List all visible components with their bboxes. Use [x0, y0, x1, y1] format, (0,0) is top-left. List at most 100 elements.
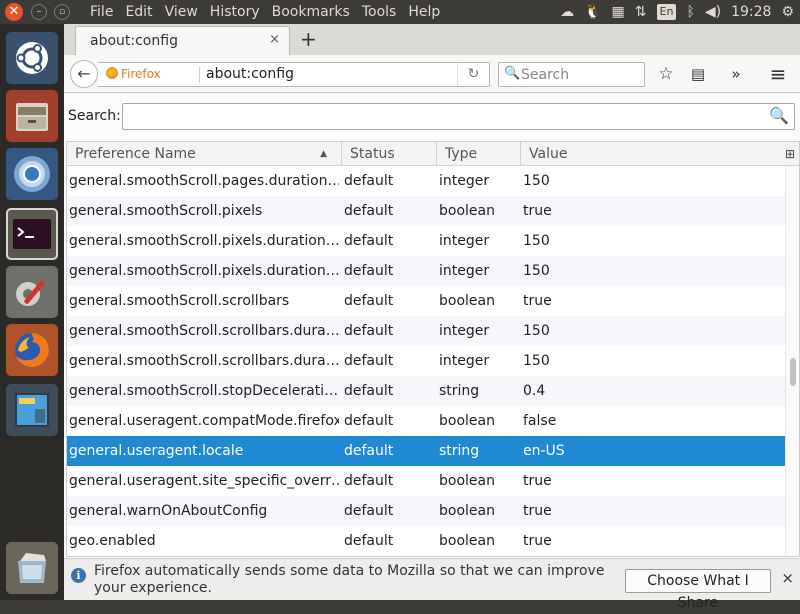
- table-row[interactable]: general.smoothScroll.scrollbars default bo…: [67, 286, 785, 316]
- cell-name: general.smoothScroll.pixels.duration…: [69, 233, 339, 249]
- overflow-chevron-icon[interactable]: »: [724, 62, 748, 86]
- cell-type: integer: [439, 263, 490, 279]
- menu-bookmarks[interactable]: Bookmarks: [266, 0, 356, 24]
- cell-value: 150: [523, 233, 550, 249]
- menu-edit[interactable]: Edit: [119, 0, 158, 24]
- cell-value: false: [523, 413, 557, 429]
- cell-type: integer: [439, 173, 490, 189]
- table-row[interactable]: general.useragent.locale default string en-…: [67, 436, 785, 466]
- window-maximize-button[interactable]: ▫: [54, 4, 70, 20]
- filter-input[interactable]: [127, 107, 757, 126]
- volume-icon[interactable]: ◀): [705, 0, 721, 24]
- table-row[interactable]: general.smoothScroll.pages.duration… defa…: [67, 166, 785, 196]
- table-row[interactable]: general.smoothScroll.scrollbars.dura… def…: [67, 346, 785, 376]
- bluetooth-icon[interactable]: ᛒ: [686, 0, 694, 24]
- menu-help[interactable]: Help: [402, 0, 446, 24]
- hamburger-menu-icon[interactable]: ≡: [766, 62, 790, 86]
- reading-list-icon[interactable]: ▤: [686, 62, 710, 86]
- column-type[interactable]: Type: [437, 142, 521, 166]
- cell-status: default: [344, 323, 394, 339]
- cell-status: default: [344, 233, 394, 249]
- vertical-scrollbar[interactable]: [785, 166, 799, 556]
- table-body: general.smoothScroll.pages.duration… defa…: [67, 166, 785, 556]
- navigation-toolbar: ← Firefox about:config ↻ 🔍 ☆ ▤ » ≡: [64, 55, 800, 93]
- close-icon[interactable]: ×: [781, 569, 794, 587]
- cell-type: boolean: [439, 503, 495, 519]
- column-picker-icon[interactable]: ⊞: [785, 142, 795, 166]
- cell-value: true: [523, 503, 552, 519]
- scrollbar-thumb[interactable]: [790, 358, 796, 386]
- back-button[interactable]: ←: [70, 60, 98, 88]
- menu-view[interactable]: View: [159, 0, 204, 24]
- column-value[interactable]: Value: [521, 142, 765, 166]
- firefox-icon[interactable]: [6, 324, 58, 376]
- column-preference-name[interactable]: Preference Name ▲: [67, 142, 342, 166]
- clock[interactable]: 19:28: [731, 0, 771, 24]
- search-box[interactable]: 🔍: [498, 62, 645, 87]
- reload-icon[interactable]: ↻: [457, 63, 489, 86]
- table-row[interactable]: general.useragent.compatMode.firefox defa…: [67, 406, 785, 436]
- calendar-icon[interactable]: ▦: [612, 0, 625, 24]
- top-panel: ✕ – ▫ File Edit View History Bookmarks T…: [0, 0, 800, 24]
- tab-about-config[interactable]: about:config ×: [75, 26, 290, 55]
- table-row[interactable]: general.smoothScroll.scrollbars.dura… def…: [67, 316, 785, 346]
- keyboard-layout-indicator[interactable]: En: [656, 4, 677, 20]
- terminal-icon[interactable]: [6, 208, 58, 260]
- column-label: Type: [445, 146, 478, 162]
- chromium-icon[interactable]: [6, 148, 58, 200]
- tab-title: about:config: [90, 33, 178, 49]
- window-close-button[interactable]: ✕: [5, 3, 23, 21]
- url-bar[interactable]: Firefox about:config ↻: [98, 62, 490, 87]
- cell-type: integer: [439, 353, 490, 369]
- cell-value: 150: [523, 173, 550, 189]
- cell-status: default: [344, 383, 394, 399]
- cell-status: default: [344, 413, 394, 429]
- search-input[interactable]: [521, 65, 639, 84]
- menu-tools[interactable]: Tools: [356, 0, 403, 24]
- table-row[interactable]: general.smoothScroll.stopDecelerati… defa…: [67, 376, 785, 406]
- table-row[interactable]: general.useragent.site_specific_overr… de…: [67, 466, 785, 496]
- table-row[interactable]: geo.enabled default boolean true: [67, 526, 785, 556]
- data-reporting-notification: i Firefox automatically sends some data …: [64, 558, 800, 611]
- cell-status: default: [344, 443, 394, 459]
- identity-box[interactable]: Firefox: [106, 67, 161, 81]
- network-icon[interactable]: ⇅: [635, 0, 647, 24]
- cell-status: default: [344, 203, 394, 219]
- column-label: Status: [350, 146, 395, 162]
- bookmark-star-icon[interactable]: ☆: [654, 62, 678, 86]
- cell-value: true: [523, 293, 552, 309]
- firefox-window: about:config × + ← Firefox about:config …: [64, 24, 800, 611]
- files-icon[interactable]: [6, 90, 58, 142]
- system-settings-icon[interactable]: [6, 266, 58, 318]
- url-text[interactable]: about:config: [206, 66, 294, 82]
- cell-type: integer: [439, 233, 490, 249]
- launcher: [0, 24, 64, 600]
- menu-file[interactable]: File: [84, 0, 119, 24]
- cell-value: 150: [523, 353, 550, 369]
- trash-icon[interactable]: [6, 542, 58, 594]
- choose-what-i-share-button[interactable]: Choose What I Share: [625, 569, 771, 611]
- table-row[interactable]: general.warnOnAboutConfig default boolean t…: [67, 496, 785, 526]
- workspace-switcher-icon[interactable]: [6, 384, 58, 436]
- table-header: Preference Name ▲ Status Type Value ⊞: [67, 142, 799, 166]
- identity-label: Firefox: [121, 67, 161, 81]
- indicator-area: ☁ 🐧 ▦ ⇅ En ᛒ ◀) 19:28 ⚙: [560, 0, 800, 24]
- cell-status: default: [344, 533, 394, 549]
- ubuntu-dash-icon[interactable]: [6, 32, 58, 84]
- new-tab-button[interactable]: +: [300, 27, 317, 51]
- menu-history[interactable]: History: [204, 0, 266, 24]
- cell-value: true: [523, 533, 552, 549]
- gear-icon[interactable]: ⚙: [781, 0, 794, 24]
- column-status[interactable]: Status: [342, 142, 437, 166]
- cloud-icon[interactable]: ☁: [560, 0, 574, 24]
- filter-field[interactable]: 🔍: [122, 103, 795, 130]
- table-row[interactable]: general.smoothScroll.pixels default boolea…: [67, 196, 785, 226]
- penguin-icon[interactable]: 🐧: [584, 0, 601, 24]
- window-minimize-button[interactable]: –: [31, 4, 47, 20]
- tab-strip: about:config × +: [64, 24, 800, 55]
- table-row[interactable]: general.smoothScroll.pixels.duration… def…: [67, 226, 785, 256]
- search-icon[interactable]: 🔍: [769, 106, 789, 125]
- table-row[interactable]: general.smoothScroll.pixels.duration… def…: [67, 256, 785, 286]
- cell-status: default: [344, 293, 394, 309]
- close-tab-icon[interactable]: ×: [269, 32, 280, 47]
